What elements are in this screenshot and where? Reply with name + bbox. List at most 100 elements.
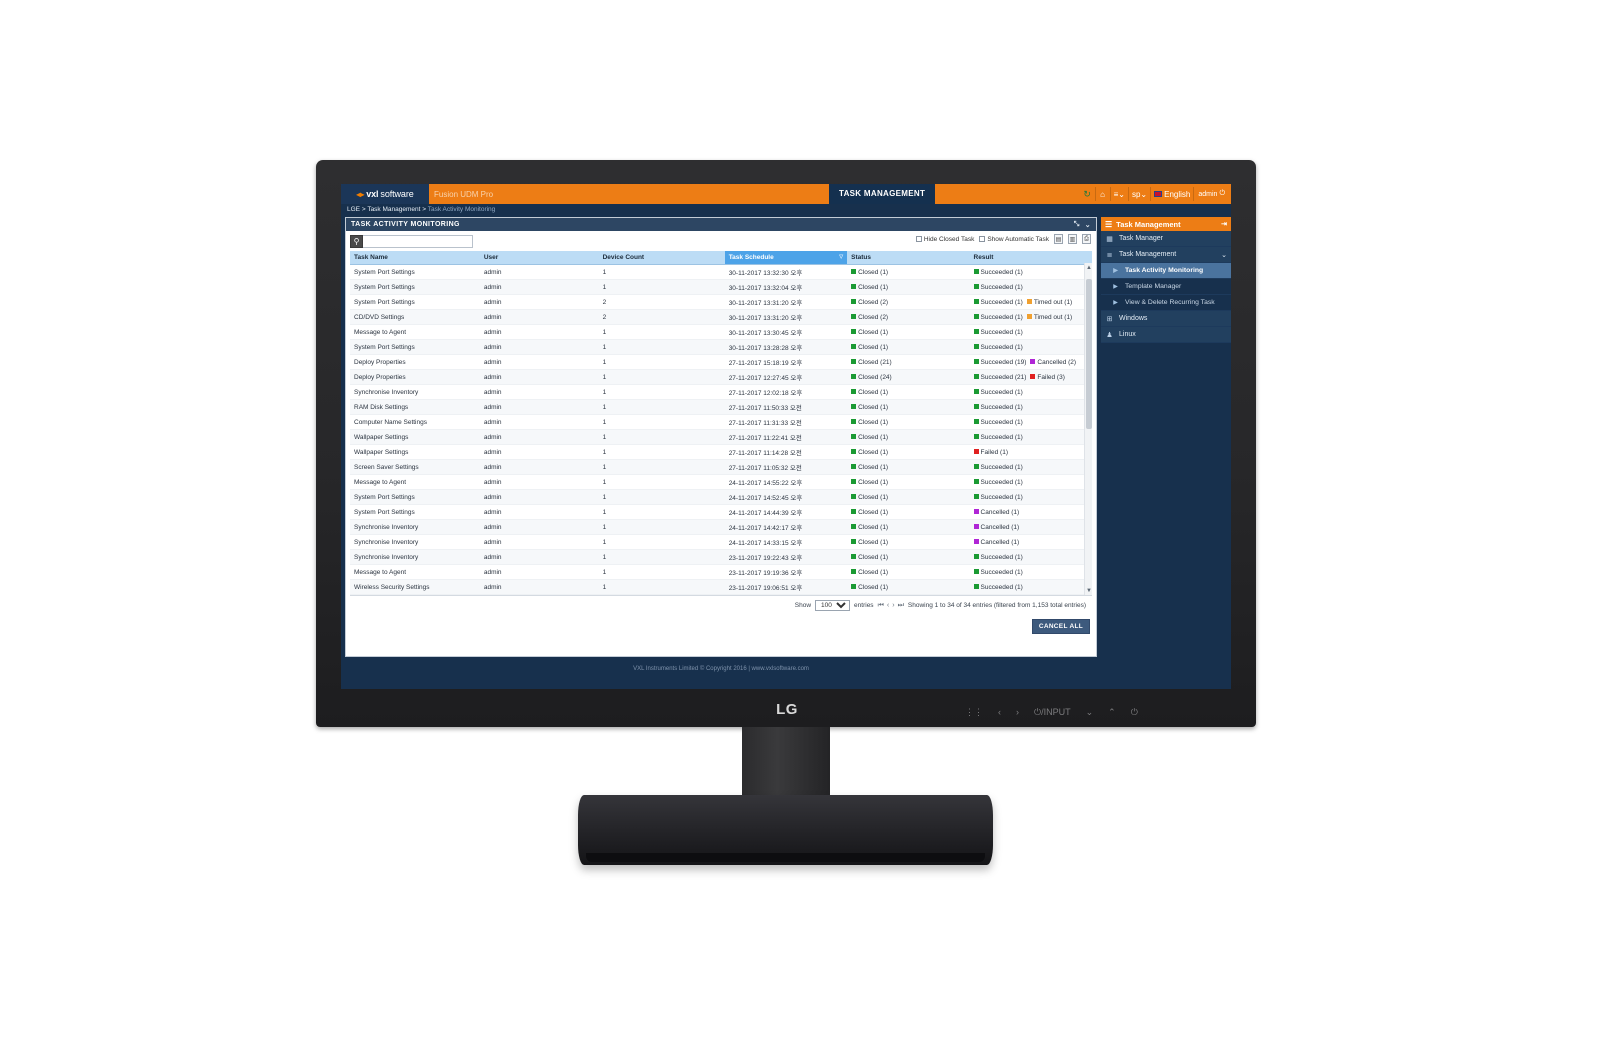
list-menu-icon[interactable]: ≡⌄: [1109, 187, 1128, 201]
brand-logo[interactable]: ◂▸ vxl software: [341, 184, 429, 204]
table-row[interactable]: Synchronise Inventory admin 1 24-11-2017 14…: [350, 519, 1092, 535]
cell-result: Succeeded (1): [969, 459, 1092, 475]
pin-icon[interactable]: ⇥: [1221, 220, 1227, 228]
table-row[interactable]: System Port Settings admin 1 24-11-2017 14:…: [350, 489, 1092, 505]
column-header-task-name[interactable]: Task Name: [350, 251, 480, 265]
sidebar-item-task-activity-monitoring[interactable]: ▶ Task Activity Monitoring: [1101, 263, 1231, 279]
sidebar-item-view-delete-recurring-task[interactable]: ▶ View & Delete Recurring Task: [1101, 295, 1231, 311]
search-icon[interactable]: ⚲: [350, 235, 363, 248]
monitor-osd-buttons[interactable]: ⋮⋮ ‹ › ⏻/INPUT ⌄ ⌃ ⏻: [965, 703, 1190, 721]
chevron-right-icon: ▶: [1113, 300, 1118, 306]
osd-right-icon[interactable]: ›: [1016, 707, 1019, 717]
table-row[interactable]: System Port Settings admin 2 30-11-2017 13:…: [350, 294, 1092, 310]
scroll-down-icon[interactable]: ▼: [1085, 586, 1092, 595]
support-icon[interactable]: sp⌄: [1127, 187, 1150, 201]
table-row[interactable]: CD/DVD Settings admin 2 30-11-2017 13:31:20…: [350, 309, 1092, 325]
column-header-user[interactable]: User: [479, 251, 599, 265]
column-header-status[interactable]: Status: [847, 251, 970, 265]
osd-up-icon[interactable]: ⌃: [1108, 707, 1116, 718]
status-badge: Closed (1): [851, 464, 888, 471]
table-row[interactable]: Message to Agent admin 1 23-11-2017 19:19:3…: [350, 564, 1092, 580]
column-header-task-schedule[interactable]: Task Schedule: [724, 251, 848, 265]
sidebar-item-linux[interactable]: ♟ Linux: [1101, 327, 1231, 343]
cell-task-name: Deploy Properties: [350, 354, 480, 370]
breadcrumb-root[interactable]: LGE: [347, 206, 360, 213]
cell-task-name: Wake On Lan: [350, 594, 480, 595]
table-row[interactable]: Computer Name Settings admin 1 27-11-2017 1…: [350, 414, 1092, 430]
table-row[interactable]: Synchronise Inventory admin 1 27-11-2017 12…: [350, 384, 1092, 400]
cell-user: admin: [479, 354, 599, 370]
status-badge: Succeeded (21): [973, 374, 1026, 381]
user-menu[interactable]: admin ⏻: [1193, 187, 1229, 201]
power-icon: ⏻: [1219, 190, 1225, 197]
expand-icon[interactable]: ⤡: [1074, 221, 1080, 229]
sidebar-header[interactable]: ☰ Task Management ⇥: [1101, 217, 1231, 231]
last-page-icon[interactable]: ⏭: [898, 602, 904, 610]
cancel-all-button[interactable]: CANCEL ALL: [1031, 619, 1090, 634]
export-pdf-icon[interactable]: ▥: [1068, 234, 1077, 244]
scroll-up-icon[interactable]: ▲: [1085, 263, 1092, 272]
export-excel-icon[interactable]: ▤: [1054, 234, 1063, 244]
scrollbar-thumb[interactable]: [1086, 279, 1092, 429]
table-vertical-scrollbar[interactable]: ▲ ▼: [1084, 263, 1092, 595]
table-row[interactable]: System Port Settings admin 1 24-11-2017 14:…: [350, 504, 1092, 520]
prev-page-icon[interactable]: ‹: [887, 602, 889, 610]
table-row[interactable]: Wake On Lanadmin116-11-2017 14:20:41 오후C…: [350, 594, 1092, 595]
language-selector[interactable]: English: [1150, 187, 1194, 201]
show-automatic-task-checkbox[interactable]: Show Automatic Task: [979, 236, 1049, 243]
table-row[interactable]: Wallpaper Settings admin 1 27-11-2017 11:14…: [350, 444, 1092, 460]
table-row[interactable]: Synchronise Inventory admin 1 23-11-2017 19…: [350, 549, 1092, 565]
column-header-device-count[interactable]: Device Count: [598, 251, 725, 265]
status-color-swatch: [973, 269, 979, 274]
hamburger-icon[interactable]: ☰: [1105, 220, 1112, 229]
table-row[interactable]: System Port Settings admin 1 30-11-2017 13:…: [350, 264, 1092, 280]
cell-result: Succeeded (1): [969, 324, 1092, 340]
hide-closed-task-checkbox[interactable]: Hide Closed Task: [915, 236, 974, 243]
table-row[interactable]: System Port Settings admin 1 30-11-2017 13:…: [350, 279, 1092, 295]
cell-user: admin: [479, 309, 599, 325]
table-row[interactable]: RAM Disk Settings admin 1 27-11-2017 11:50:…: [350, 399, 1092, 415]
osd-down-icon[interactable]: ⌄: [1086, 707, 1094, 718]
module-title: TASK MANAGEMENT: [829, 184, 936, 204]
table-row[interactable]: Deploy Properties admin 1 27-11-2017 15:18:…: [350, 354, 1092, 370]
osd-input-icon[interactable]: ⏻/INPUT: [1034, 707, 1071, 718]
cell-user: admin: [479, 444, 599, 460]
status-badge: Succeeded (1): [973, 479, 1023, 486]
table-row[interactable]: Deploy Properties admin 1 27-11-2017 12:27:…: [350, 369, 1092, 385]
cell-device-count: 1: [598, 594, 725, 595]
table-row[interactable]: Message to Agent admin 1 24-11-2017 14:55:2…: [350, 474, 1092, 490]
first-page-icon[interactable]: ⏮: [878, 602, 884, 610]
print-icon[interactable]: ⎙: [1082, 234, 1091, 244]
status-badge: Closed (1): [851, 569, 888, 576]
cell-user: admin: [479, 324, 599, 340]
table-row[interactable]: Wireless Security Settings admin 1 23-11-20…: [350, 579, 1092, 595]
breadcrumb-level2[interactable]: Task Management: [367, 206, 420, 213]
sidebar-item-windows[interactable]: ⊞ Windows: [1101, 311, 1231, 327]
cell-result: Succeeded (1): [969, 564, 1092, 580]
sidebar-item-template-manager[interactable]: ▶ Template Manager: [1101, 279, 1231, 295]
home-icon[interactable]: ⌂: [1094, 187, 1110, 201]
refresh-icon[interactable]: ↻: [1079, 187, 1095, 201]
table-row[interactable]: Screen Saver Settings admin 1 27-11-2017 11…: [350, 459, 1092, 475]
cell-task-name: System Port Settings: [350, 504, 480, 520]
osd-left-icon[interactable]: ‹: [998, 707, 1001, 717]
chevron-down-icon[interactable]: ⌄: [1221, 251, 1227, 259]
page-size-select[interactable]: 102550100: [815, 600, 851, 611]
column-header-result[interactable]: Result: [969, 251, 1092, 265]
cell-task-name: System Port Settings: [350, 489, 480, 505]
table-row[interactable]: Synchronise Inventory admin 1 24-11-2017 14…: [350, 534, 1092, 550]
collapse-icon[interactable]: ⌄: [1085, 221, 1091, 229]
osd-power-icon[interactable]: ⏻: [1131, 707, 1138, 718]
table-row[interactable]: Message to Agent admin 1 30-11-2017 13:30:4…: [350, 324, 1092, 340]
cell-user: admin: [479, 579, 599, 595]
table-row[interactable]: Wallpaper Settings admin 1 27-11-2017 11:22…: [350, 429, 1092, 445]
sidebar-item-task-management[interactable]: ≣ Task Management ⌄: [1101, 247, 1231, 263]
chevron-right-icon: ▶: [1113, 268, 1118, 274]
table-row[interactable]: System Port Settings admin 1 30-11-2017 13:…: [350, 339, 1092, 355]
show-label: Show: [794, 602, 812, 609]
sidebar-item-task-manager[interactable]: ▦ Task Manager: [1101, 231, 1231, 247]
search-input[interactable]: [363, 235, 473, 248]
osd-menu-icon[interactable]: ⋮⋮: [965, 707, 983, 718]
next-page-icon[interactable]: ›: [892, 602, 894, 610]
status-color-swatch: [973, 389, 979, 394]
